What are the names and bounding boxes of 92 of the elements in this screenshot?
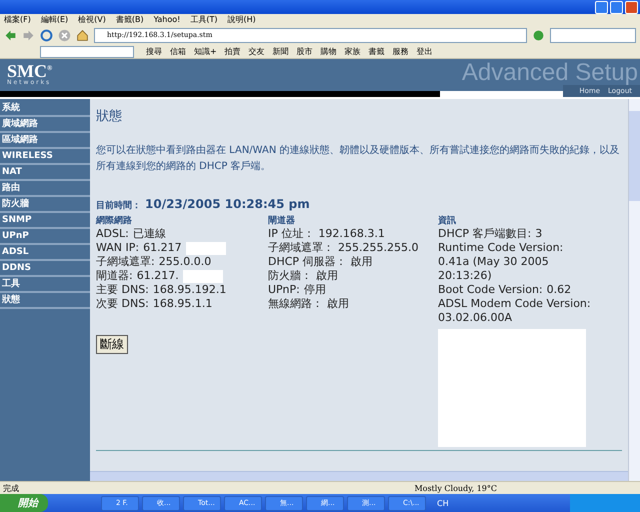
menu-item[interactable]: 工具(T) [190, 14, 218, 25]
field-label: 防火牆： [268, 269, 312, 283]
scrollbar[interactable] [90, 471, 628, 481]
field-value: 已連線 [132, 227, 166, 241]
sidebar-item[interactable]: ADSL [0, 245, 90, 261]
sidebar-item[interactable]: SNMP [0, 213, 90, 229]
toolbar-item[interactable]: 服務 [392, 46, 409, 57]
system-tray [570, 494, 640, 512]
field-label: ADSL: [96, 227, 129, 241]
field-label: ADSL Modem Code Version: [438, 297, 591, 311]
sidebar-item[interactable]: NAT [0, 165, 90, 181]
search-field[interactable] [550, 28, 636, 42]
field-value: 168.95.1.1 [152, 297, 212, 311]
language-indicator: CH [437, 498, 449, 508]
menu-item[interactable]: 書籤(B) [116, 14, 144, 25]
page-title: 狀態 [96, 108, 123, 125]
back-icon[interactable] [4, 28, 17, 42]
close-button[interactable] [625, 0, 638, 14]
field-label: DHCP 伺服器： [268, 255, 347, 269]
field-value: 啟用 [350, 255, 373, 269]
toolbar-item[interactable]: 購物 [320, 46, 337, 57]
banner-title: Advanced Setup [462, 59, 638, 87]
menu-item[interactable]: 檢視(V) [78, 14, 106, 25]
field-label: WAN IP: [96, 241, 140, 255]
home-icon[interactable] [76, 28, 89, 42]
go-icon[interactable] [532, 28, 545, 42]
toolbar-item[interactable]: 登出 [416, 46, 433, 57]
sidebar-item[interactable]: UPnP [0, 229, 90, 245]
toolbar-item[interactable]: 股市 [296, 46, 313, 57]
scrollbar[interactable] [628, 99, 640, 481]
field-label: 主要 DNS: [96, 283, 149, 297]
field-value: 03.02.06.00A [438, 311, 512, 325]
sidebar-item[interactable]: 防火牆 [0, 197, 90, 213]
field-label: Runtime Code Version: [438, 241, 564, 255]
field-label: UPnP: [268, 283, 300, 297]
field-value: 0.41a (May 30 2005 20:13:26) [438, 255, 550, 283]
sidebar-item[interactable]: DDNS [0, 261, 90, 277]
sidebar-item[interactable]: 狀態 [0, 293, 90, 309]
field-value: 255.0.0.0 [158, 255, 212, 269]
field-value: 255.255.255.0 [338, 241, 418, 255]
sidebar-item[interactable]: 工具 [0, 277, 90, 293]
toolbar-item[interactable]: 拍賣 [224, 46, 241, 57]
menu-item[interactable]: Yahoo! [154, 15, 180, 24]
field-value: 192.168.3.1 [318, 227, 385, 241]
description: 您可以在狀態中看到路由器在 LAN/WAN 的連線狀態、韌體以及硬體版本、所有嘗試連接您的網路而失敗的紀錄，以及所有連線到您的網路的 DHCP 客戶端。 [96, 144, 621, 174]
field-value: 啟用 [327, 297, 349, 311]
status-text: 完成 [3, 482, 19, 494]
sidebar-item[interactable]: 路由 [0, 181, 90, 197]
toolbar-item[interactable]: 搜尋 [146, 46, 162, 57]
start-button[interactable]: 開始 [0, 494, 48, 512]
field-value: 啟用 [316, 269, 338, 283]
field-label: 子網域遮罩: [96, 255, 155, 269]
sidebar-item[interactable]: 系統 [0, 101, 90, 117]
weather-text: Mostly Cloudy, 19°C [414, 484, 497, 492]
disconnect-button[interactable]: 斷線 [96, 335, 128, 354]
toolbar-item[interactable]: 交友 [248, 46, 265, 57]
field-value: 停用 [304, 283, 326, 297]
maximize-button[interactable] [610, 0, 623, 14]
toolbar-item[interactable]: 新聞 [272, 46, 289, 57]
sidebar-item[interactable]: WIRELESS [0, 149, 90, 165]
field-label: 子網域遮罩： [268, 241, 334, 255]
field-value: 3 [535, 227, 542, 241]
forward-icon[interactable] [22, 28, 35, 42]
stop-icon[interactable] [58, 28, 71, 42]
column-heading: 網際網路 [96, 214, 133, 227]
time-value: 10/23/2005 10:28:45 pm [145, 197, 310, 211]
field-label: DHCP 客戶端數目: [438, 227, 532, 241]
field-value: 168.95.192.1 [152, 283, 226, 297]
field-label: Boot Code Version: [438, 283, 543, 297]
menu-item[interactable]: 說明(H) [228, 14, 256, 25]
sidebar-item[interactable]: 廣域網路 [0, 117, 90, 133]
time-label: 目前時間： [96, 199, 141, 212]
menu-item[interactable]: 編輯(E) [40, 14, 68, 25]
logo: SMC$^{®}$ [7, 62, 52, 80]
column-heading: 閘道器 [268, 214, 296, 227]
field-value: 0.62 [546, 283, 572, 297]
field-value: 61.217. [136, 269, 179, 283]
field-label: IP 位址： [268, 227, 314, 241]
sidebar-item[interactable]: 區域網路 [0, 133, 90, 149]
toolbar-item[interactable]: 書籤 [368, 46, 385, 57]
field-label: 次要 DNS: [96, 297, 149, 311]
field-value: 61.217 [143, 241, 182, 255]
toolbar-item[interactable]: 知識+ [194, 46, 217, 57]
field-label: 閘道器: [96, 269, 133, 283]
minimize-button[interactable] [595, 0, 608, 14]
toolbar-item[interactable]: 信箱 [170, 46, 186, 57]
menu-item[interactable]: 檔案(F) [4, 14, 31, 25]
field-label: 無線網路： [268, 297, 323, 311]
column-heading: 資訊 [438, 214, 457, 227]
search-field[interactable] [40, 46, 134, 58]
reload-icon[interactable] [40, 28, 53, 42]
toolbar-item[interactable]: 家族 [344, 46, 361, 57]
